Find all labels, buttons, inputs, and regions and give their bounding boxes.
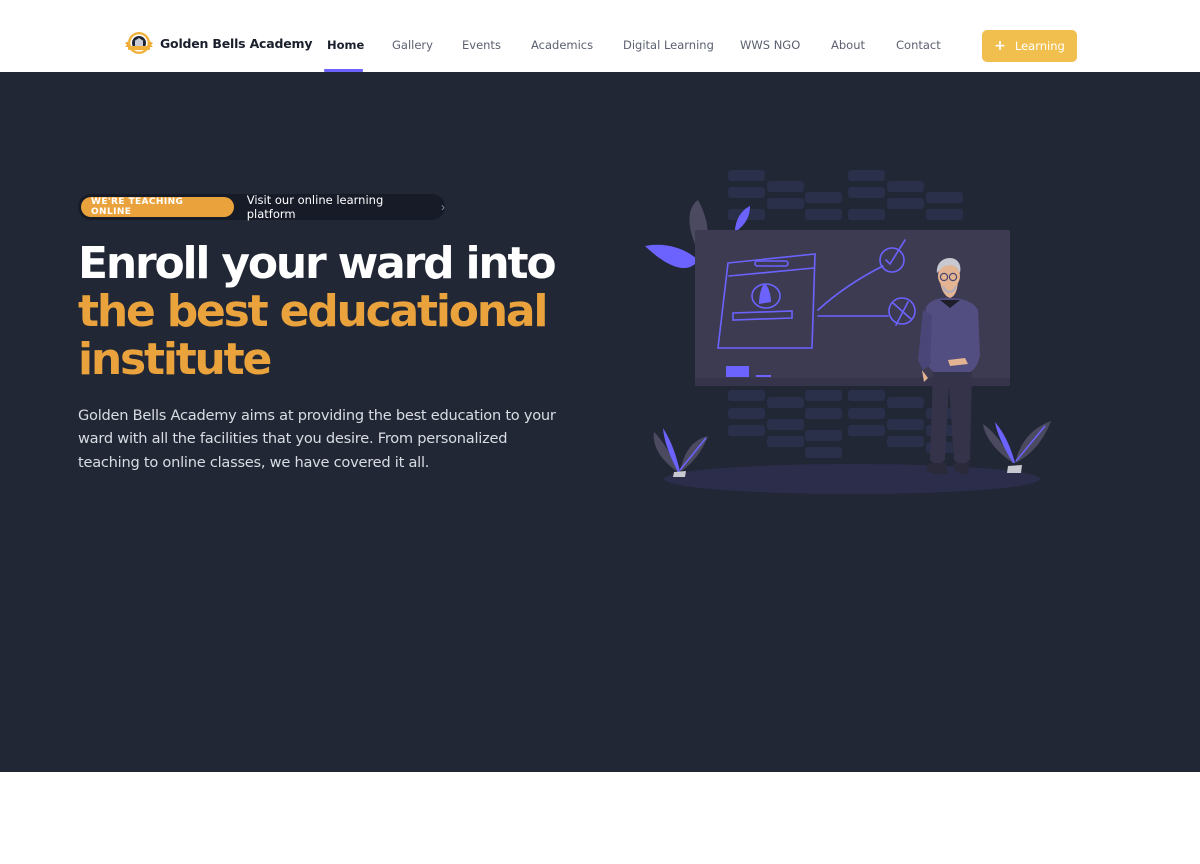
teacher-presenting-illustration bbox=[645, 170, 1051, 494]
online-platform-link-text: Visit our online learning platform bbox=[246, 193, 384, 221]
headline-line-1: Enroll your ward into bbox=[78, 238, 557, 289]
plant-right bbox=[983, 421, 1051, 473]
plus-icon: + bbox=[994, 38, 1006, 54]
plant-left bbox=[653, 428, 708, 477]
hero-headline: Enroll your ward into the best education… bbox=[78, 240, 598, 384]
nav-events[interactable]: Events bbox=[462, 38, 501, 52]
nav-wws-ngo[interactable]: WWS NGO bbox=[740, 38, 800, 52]
site-header: Golden Bells Academy Home Gallery Events… bbox=[0, 0, 1200, 72]
online-learning-announcement[interactable]: WE'RE TEACHING ONLINE Visit our online l… bbox=[78, 193, 445, 221]
brand-name: Golden Bells Academy bbox=[160, 35, 313, 51]
academy-badge-icon bbox=[124, 30, 154, 56]
hero-wave-divider bbox=[0, 640, 1200, 770]
nav-academics[interactable]: Academics bbox=[531, 38, 593, 52]
chevron-right-icon: › bbox=[441, 200, 445, 214]
headline-line-3: institute bbox=[78, 334, 272, 385]
learning-button[interactable]: + Learning bbox=[982, 30, 1077, 62]
board-button-shape bbox=[726, 366, 749, 377]
hero-description: Golden Bells Academy aims at providing t… bbox=[78, 407, 556, 471]
learning-button-label: Learning bbox=[1014, 39, 1065, 53]
nav-gallery[interactable]: Gallery bbox=[392, 38, 433, 52]
nav-digital-learning[interactable]: Digital Learning bbox=[623, 38, 714, 52]
leaf-decoration bbox=[645, 244, 698, 269]
teaching-online-badge: WE'RE TEACHING ONLINE bbox=[81, 197, 234, 217]
nav-contact[interactable]: Contact bbox=[896, 38, 941, 52]
nav-home[interactable]: Home bbox=[327, 38, 364, 52]
brand-logo-link[interactable]: Golden Bells Academy bbox=[124, 30, 312, 56]
ground-shadow bbox=[664, 464, 1040, 494]
headline-line-2: the best educational bbox=[78, 286, 548, 337]
nav-about[interactable]: About bbox=[831, 38, 865, 52]
